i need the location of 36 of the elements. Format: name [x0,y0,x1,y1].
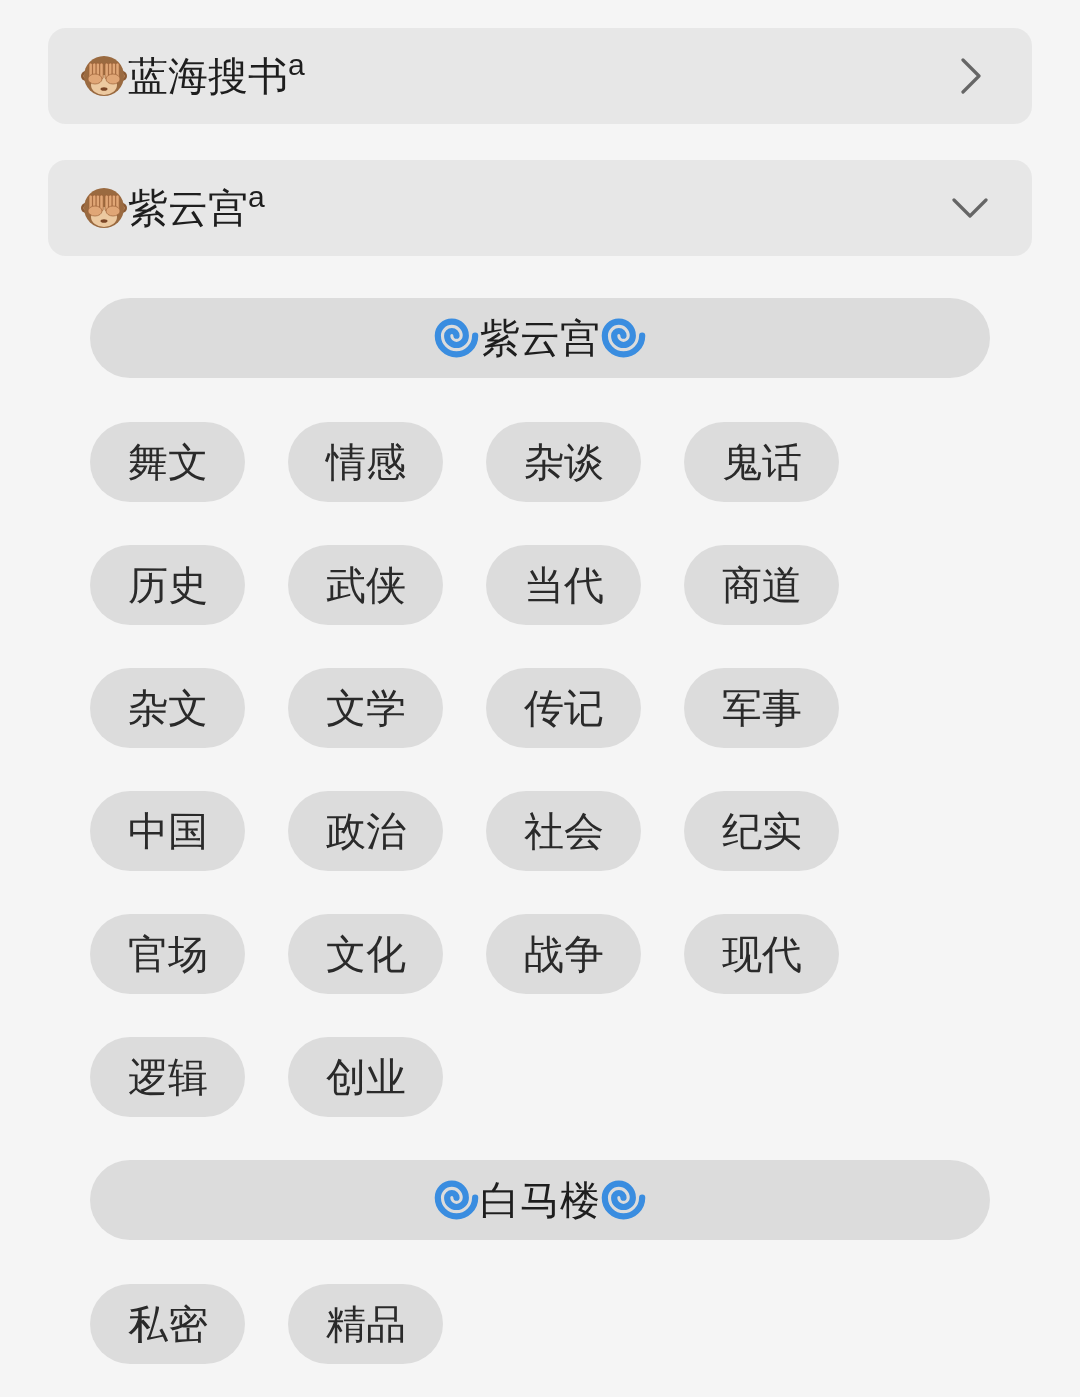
category-tag[interactable]: 舞文 [90,422,245,502]
category-tag[interactable]: 私密 [90,1284,245,1364]
spiral-icon [433,317,480,359]
category-tag[interactable]: 当代 [486,545,641,625]
category-tag[interactable]: 精品 [288,1284,443,1364]
category-tag[interactable]: 传记 [486,668,641,748]
section-title: 紫云宫 [480,315,600,362]
spiral-icon [600,317,647,359]
accordion-title: 蓝海搜书$^{a}$ [128,52,305,100]
category-tag[interactable]: 军事 [684,668,839,748]
category-tag[interactable]: 情感 [288,422,443,502]
category-tag[interactable]: 杂文 [90,668,245,748]
category-tag[interactable]: 官场 [90,914,245,994]
category-tag[interactable]: 商道 [684,545,839,625]
accordion-title: 紫云宫$^{a}$ [128,184,265,232]
category-tag[interactable]: 战争 [486,914,641,994]
monkey-covering-eyes-icon [80,55,128,97]
category-tag[interactable]: 现代 [684,914,839,994]
spiral-icon [433,1179,480,1221]
spiral-icon [600,1179,647,1221]
category-tag[interactable]: 中国 [90,791,245,871]
category-tag[interactable]: 社会 [486,791,641,871]
category-tag[interactable]: 文化 [288,914,443,994]
monkey-covering-eyes-icon [80,187,128,229]
category-tag[interactable]: 杂谈 [486,422,641,502]
category-tag[interactable]: 政治 [288,791,443,871]
accordion-header[interactable]: 蓝海搜书$^{a}$ [48,28,1032,124]
category-tag[interactable]: 鬼话 [684,422,839,502]
category-tag[interactable]: 文学 [288,668,443,748]
category-tag[interactable]: 逻辑 [90,1037,245,1117]
accordion-header[interactable]: 紫云宫$^{a}$ [48,160,1032,256]
category-tag[interactable]: 武侠 [288,545,443,625]
category-tag[interactable]: 历史 [90,545,245,625]
category-tag[interactable]: 纪实 [684,791,839,871]
section-title: 白马楼 [480,1177,600,1224]
category-tag[interactable]: 创业 [288,1037,443,1117]
